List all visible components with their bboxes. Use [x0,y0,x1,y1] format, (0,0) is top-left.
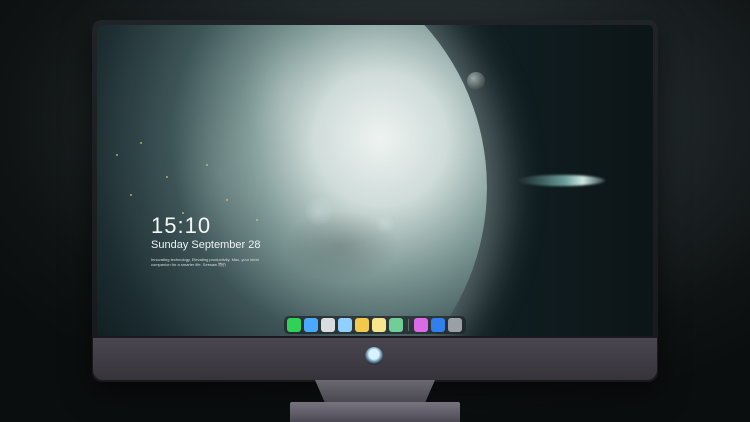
dock-separator [408,319,409,331]
preview-icon[interactable] [338,318,352,332]
brand-logo-icon [365,347,383,365]
notes-icon[interactable] [372,318,386,332]
safari-icon[interactable] [321,318,335,332]
lock-screen-date: Sunday September 28 [151,239,261,251]
app-store-icon[interactable] [431,318,445,332]
monitor-stand-neck [315,380,435,402]
scene: 15:10 Sunday September 28 Innovating tec… [0,0,750,422]
monitor-stand-base [290,402,460,422]
messages-icon[interactable] [287,318,301,332]
comet [517,175,605,186]
lock-screen-time: 15:10 [151,213,212,238]
calendar-icon[interactable] [389,318,403,332]
dock [284,316,466,334]
lock-screen-tagline: Innovating technology, Elevating product… [151,257,259,267]
moon [467,72,485,90]
screenshot-icon[interactable] [448,318,462,332]
itunes-icon[interactable] [414,318,428,332]
photos-icon[interactable] [355,318,369,332]
screen: 15:10 Sunday September 28 Innovating tec… [97,25,653,336]
lens-flare [376,215,394,233]
finder-icon[interactable] [304,318,318,332]
lens-flare [305,197,333,225]
